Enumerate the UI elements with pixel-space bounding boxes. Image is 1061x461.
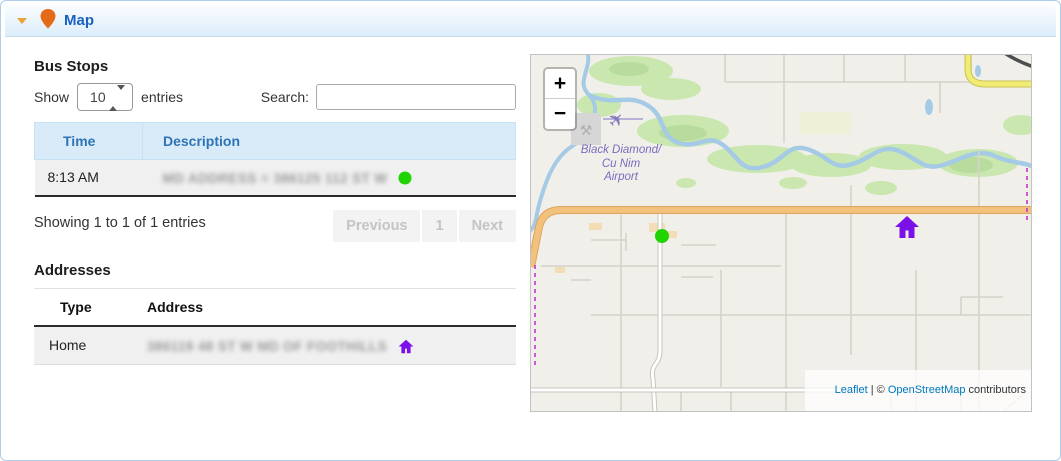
bus-stop-marker[interactable] xyxy=(655,229,669,243)
zoom-control: + − xyxy=(543,67,577,131)
map-attribution: Leaflet | © OpenStreetMap contributors xyxy=(805,370,1031,411)
map-canvas[interactable]: ⚒ + − ✈ Black Diamond/ Cu Nim Airport xyxy=(530,54,1032,412)
zoom-in-button[interactable]: + xyxy=(545,69,575,99)
table-controls: Show 10 entries Search: xyxy=(34,82,516,112)
map-pin-icon xyxy=(40,9,56,32)
page-length-value: 10 xyxy=(90,89,106,105)
quarry-icon: ⚒ xyxy=(580,122,593,138)
zoom-out-button[interactable]: − xyxy=(545,99,575,129)
map-tiles: ⚒ xyxy=(531,55,1032,412)
airport-label: Black Diamond/ Cu Nim Airport xyxy=(569,144,673,185)
entries-label: entries xyxy=(141,89,183,105)
address-type: Home xyxy=(34,326,129,364)
left-column: Bus Stops Show 10 entries Search: xyxy=(34,58,516,365)
page-length-select[interactable]: 10 xyxy=(77,83,133,111)
openstreetmap-link[interactable]: OpenStreetMap xyxy=(888,384,966,396)
addresses-col-type: Type xyxy=(34,288,129,326)
search-label: Search: xyxy=(261,89,309,105)
table-row: Home 386119 48 ST W MD OF FOOTHILLS xyxy=(34,326,516,364)
map-panel: Map Bus Stops Show 10 entries Search: xyxy=(0,0,1061,461)
page-number-button[interactable]: 1 xyxy=(422,210,456,242)
addresses-col-address: Address xyxy=(129,288,516,326)
show-label: Show xyxy=(34,89,69,105)
attribution-separator: | © xyxy=(868,384,888,396)
panel-body: Bus Stops Show 10 entries Search: xyxy=(6,38,1055,455)
bus-stops-col-time[interactable]: Time xyxy=(35,123,143,160)
bus-stop-description: MD ADDRESS = 386125 112 ST W xyxy=(143,160,516,196)
previous-page-button[interactable]: Previous xyxy=(333,210,420,242)
bus-stops-col-description[interactable]: Description xyxy=(143,123,516,160)
home-icon xyxy=(398,339,414,354)
next-page-button[interactable]: Next xyxy=(459,210,516,242)
bus-stops-heading: Bus Stops xyxy=(34,58,516,75)
addresses-table: Type Address Home 386119 48 ST W MD OF F… xyxy=(34,288,516,365)
search-group: Search: xyxy=(261,84,516,110)
pagination: Previous 1 Next xyxy=(331,210,516,242)
select-arrows-icon xyxy=(109,90,125,106)
redacted-address-text: 386119 48 ST W MD OF FOOTHILLS xyxy=(147,339,387,354)
panel-title: Map xyxy=(64,12,94,29)
collapse-caret-icon[interactable] xyxy=(17,18,27,24)
bus-stops-table: Time Description 8:13 AM MD ADDRESS = 38… xyxy=(34,122,516,197)
redacted-address-text: MD ADDRESS = 386125 112 ST W xyxy=(163,171,388,186)
addresses-heading: Addresses xyxy=(34,262,516,279)
leaflet-link[interactable]: Leaflet xyxy=(835,384,868,396)
address-value: 386119 48 ST W MD OF FOOTHILLS xyxy=(129,326,516,364)
green-dot-icon xyxy=(398,171,412,185)
search-input[interactable] xyxy=(316,84,516,110)
entries-info: Showing 1 to 1 of 1 entries xyxy=(34,210,206,231)
home-marker[interactable] xyxy=(895,216,919,238)
panel-header: Map xyxy=(5,5,1056,37)
attribution-suffix: contributors xyxy=(965,384,1026,396)
bus-stop-time: 8:13 AM xyxy=(35,160,143,196)
table-row: 8:13 AM MD ADDRESS = 386125 112 ST W xyxy=(35,160,516,196)
table-footer: Showing 1 to 1 of 1 entries Previous 1 N… xyxy=(34,210,516,242)
